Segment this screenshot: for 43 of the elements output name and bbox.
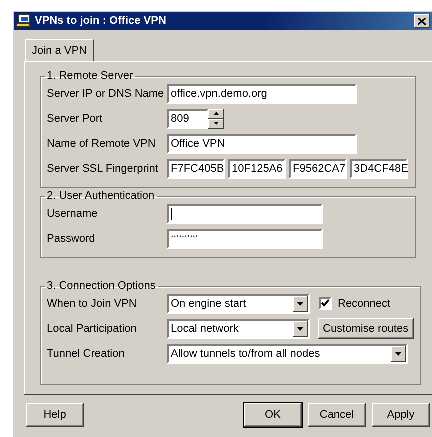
dropdown-arrow-icon: [297, 302, 304, 306]
text-field[interactable]: office.vpn.demo.org: [167, 84, 357, 104]
field-label: Server SSL Fingerprint: [47, 162, 160, 174]
computer-icon: [16, 14, 32, 28]
dropdown[interactable]: Allow tunnels to/from all nodes: [167, 344, 408, 364]
field-label: Password: [47, 232, 96, 244]
tab[interactable]: Join a VPN: [25, 39, 94, 61]
close-button[interactable]: [414, 14, 430, 28]
field-label: Local Participation: [47, 322, 138, 334]
fingerprint-field[interactable]: 3D4CF48E: [350, 158, 408, 178]
dropdown-arrow-icon: [395, 352, 402, 356]
dialog-button[interactable]: OK: [244, 403, 302, 427]
dialog-button[interactable]: Cancel: [308, 403, 366, 427]
group-title: 2. User Authentication: [46, 190, 156, 202]
customise-routes-button[interactable]: Customise routes: [318, 318, 414, 339]
fingerprint-field[interactable]: F9562CA7: [289, 158, 347, 178]
fingerprint-field[interactable]: F7FC405B: [167, 158, 225, 178]
field-label: Server Port: [47, 112, 104, 124]
down-arrow-icon: [214, 122, 218, 125]
fingerprint-field[interactable]: 10F125A6: [228, 158, 286, 178]
port-field[interactable]: 809: [167, 108, 209, 128]
dropdown-arrow-icon: [297, 326, 304, 330]
close-icon: [418, 18, 426, 24]
field-label: Username: [47, 208, 99, 220]
dropdown[interactable]: Local network: [167, 318, 310, 338]
field-label: Server IP or DNS Name: [47, 88, 166, 100]
spin-buttons[interactable]: [208, 108, 224, 128]
field-label: Tunnel Creation: [47, 348, 126, 360]
text-field[interactable]: [167, 204, 323, 224]
text-cursor: [171, 208, 172, 220]
group-title: 1. Remote Server: [46, 70, 134, 82]
dialog-button[interactable]: Help: [26, 403, 84, 427]
dialog-button[interactable]: Apply: [372, 403, 430, 427]
check-icon: [321, 299, 330, 308]
field-label: When to Join VPN: [47, 298, 138, 310]
up-arrow-icon: [214, 112, 218, 115]
field-label: Name of Remote VPN: [47, 138, 157, 150]
text-field[interactable]: Office VPN: [167, 134, 357, 154]
group-title: 3. Connection Options: [46, 280, 157, 292]
dropdown[interactable]: On engine start: [167, 294, 310, 314]
reconnect-checkbox[interactable]: Reconnect: [319, 297, 391, 310]
checkbox[interactable]: [319, 297, 332, 310]
window-title: VPNs to join : Office VPN: [35, 15, 166, 27]
